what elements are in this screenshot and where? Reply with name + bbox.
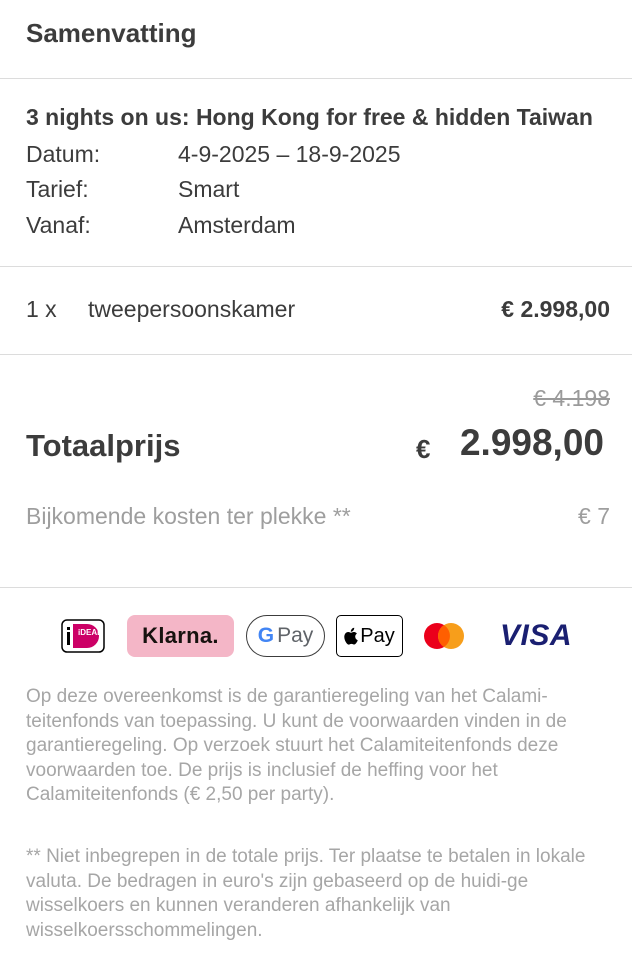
trip-title: 3 nights on us: Hong Kong for free & hid… — [26, 104, 593, 130]
divider — [0, 266, 632, 267]
line-item-description: tweepersoonskamer — [88, 296, 296, 322]
departure-label: Vanaf: — [26, 212, 91, 238]
visa-logo: VISA — [494, 615, 578, 657]
rate-label: Tarief: — [26, 176, 89, 202]
divider — [0, 587, 632, 588]
date-label: Datum: — [26, 141, 101, 167]
klarna-label: Klarna. — [142, 623, 219, 648]
total-currency: € — [416, 434, 431, 464]
apple-pay-logo: Pay — [336, 615, 403, 657]
ideal-logo: iDEAL — [58, 615, 108, 657]
apple-pay-label: Pay — [360, 624, 395, 647]
date-value: 4-9-2025 – 18-9-2025 — [178, 141, 401, 167]
total-amount: 2.998,00 — [459, 422, 604, 463]
calamiteitenfonds-disclaimer: Op deze overeenkomst is de garantieregel… — [26, 686, 567, 805]
google-g-icon: G — [257, 624, 275, 647]
extra-costs-label: Bijkomende kosten ter plekke ** — [26, 503, 351, 529]
departure-value: Amsterdam — [178, 212, 296, 238]
total-label: Totaalprijs — [26, 428, 181, 463]
divider — [0, 78, 632, 79]
google-pay-logo: G Pay — [246, 615, 325, 657]
local-costs-disclaimer: ** Niet inbegrepen in de totale prijs. T… — [26, 846, 586, 941]
original-price: € 4.198 — [533, 385, 610, 411]
page-title: Samenvatting — [26, 18, 197, 48]
ideal-label: iDEAL — [78, 628, 102, 637]
apple-icon — [344, 627, 358, 645]
visa-label: VISA — [499, 619, 573, 652]
divider — [0, 354, 632, 355]
extra-costs-value: € 7 — [578, 503, 610, 529]
google-pay-label: Pay — [277, 624, 314, 647]
line-item-quantity: 1 x — [26, 296, 57, 322]
klarna-logo: Klarna. — [127, 615, 234, 657]
mastercard-logo — [418, 615, 470, 657]
rate-value: Smart — [178, 176, 240, 202]
line-item-price: € 2.998,00 — [501, 296, 610, 322]
